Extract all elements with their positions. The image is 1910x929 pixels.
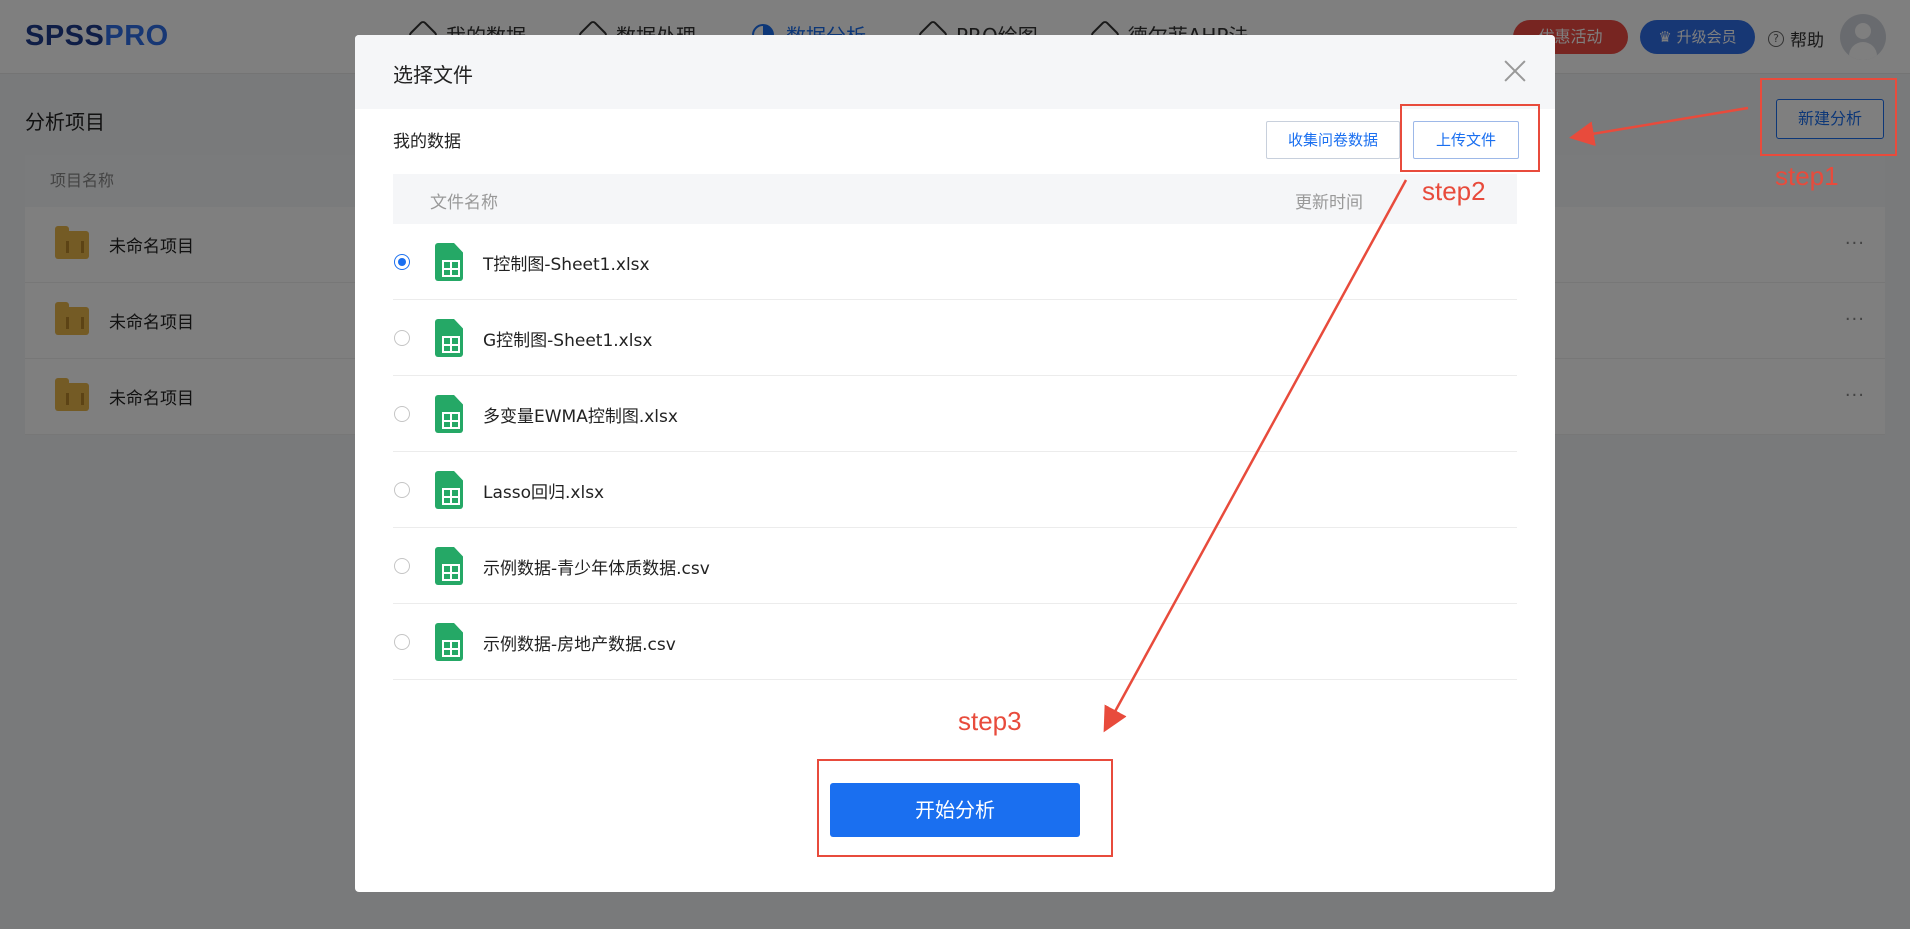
file-row[interactable]: G控制图-Sheet1.xlsx [393,300,1517,376]
column-header-file-name: 文件名称 [430,193,498,213]
file-name: T控制图-Sheet1.xlsx [483,255,650,275]
spreadsheet-icon [435,319,463,357]
step2-highlight-box [1400,104,1540,172]
file-row[interactable]: T控制图-Sheet1.xlsx [393,224,1517,300]
step1-highlight-box [1760,78,1897,156]
dialog-header: 选择文件 [355,35,1555,109]
column-header-updated-time: 更新时间 [1295,193,1363,213]
spreadsheet-icon [435,547,463,585]
file-row[interactable]: 示例数据-房地产数据.csv [393,604,1517,680]
file-row[interactable]: 示例数据-青少年体质数据.csv [393,528,1517,604]
file-radio[interactable] [394,406,410,422]
file-name: 多变量EWMA控制图.xlsx [483,407,678,427]
file-name: 示例数据-青少年体质数据.csv [483,559,710,579]
dialog-title: 选择文件 [393,63,473,87]
step3-label: step3 [958,706,1022,736]
step3-highlight-box [817,759,1113,857]
collect-survey-data-button[interactable]: 收集问卷数据 [1266,121,1400,159]
file-name: G控制图-Sheet1.xlsx [483,331,653,351]
step1-label: step1 [1775,161,1839,191]
close-icon[interactable] [1503,59,1527,83]
file-radio[interactable] [394,482,410,498]
spreadsheet-icon [435,395,463,433]
file-radio[interactable] [394,330,410,346]
my-data-label: 我的数据 [393,132,461,152]
file-radio[interactable] [394,558,410,574]
file-radio[interactable] [394,634,410,650]
file-table: 文件名称 更新时间 T控制图-Sheet1.xlsx G控制图-Sheet1.x… [393,174,1517,680]
file-radio[interactable] [394,254,410,270]
spreadsheet-icon [435,243,463,281]
spreadsheet-icon [435,623,463,661]
file-row[interactable]: Lasso回归.xlsx [393,452,1517,528]
file-name: 示例数据-房地产数据.csv [483,635,676,655]
file-row[interactable]: 多变量EWMA控制图.xlsx [393,376,1517,452]
file-name: Lasso回归.xlsx [483,483,605,503]
spreadsheet-icon [435,471,463,509]
file-table-header: 文件名称 更新时间 [393,174,1517,224]
step2-label: step2 [1422,176,1486,206]
